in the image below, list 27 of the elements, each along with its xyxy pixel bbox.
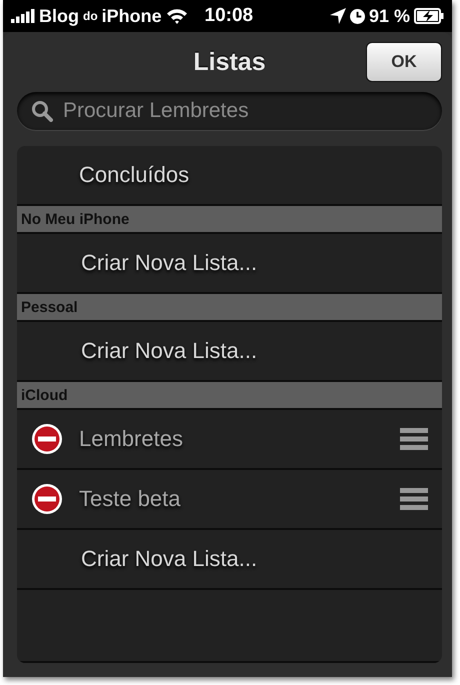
battery-percent: 91 %: [368, 6, 410, 26]
wifi-icon: [166, 8, 188, 24]
create-list-link[interactable]: Criar Nova Lista...: [31, 546, 428, 572]
reorder-handle-icon[interactable]: [400, 428, 428, 450]
location-arrow-icon: [330, 8, 346, 24]
search-field[interactable]: Procurar Lembretes: [17, 92, 442, 130]
list-label[interactable]: Lembretes: [79, 426, 384, 452]
status-time: 10:08: [204, 5, 254, 27]
delete-icon[interactable]: [31, 423, 63, 455]
carrier-name: do: [83, 9, 98, 23]
list-label[interactable]: Concluídos: [31, 162, 428, 188]
search-icon: [31, 100, 53, 122]
clock-icon: [350, 8, 365, 24]
carrier-name: Blog: [39, 6, 79, 26]
reorder-handle-icon[interactable]: [400, 488, 428, 510]
list-label[interactable]: Teste beta: [79, 486, 384, 512]
create-list-link[interactable]: Criar Nova Lista...: [31, 250, 428, 276]
ok-button[interactable]: OK: [366, 42, 442, 82]
section-header: Pessoal: [17, 294, 442, 322]
section-header: No Meu iPhone: [17, 206, 442, 234]
section-header: iCloud: [17, 382, 442, 410]
signal-icon: [11, 9, 35, 23]
screen-title: Listas: [193, 48, 266, 76]
battery-charging-icon: [414, 8, 444, 24]
create-list-link[interactable]: Criar Nova Lista...: [31, 338, 428, 364]
carrier-name: iPhone: [102, 6, 162, 26]
delete-icon[interactable]: [31, 483, 63, 515]
